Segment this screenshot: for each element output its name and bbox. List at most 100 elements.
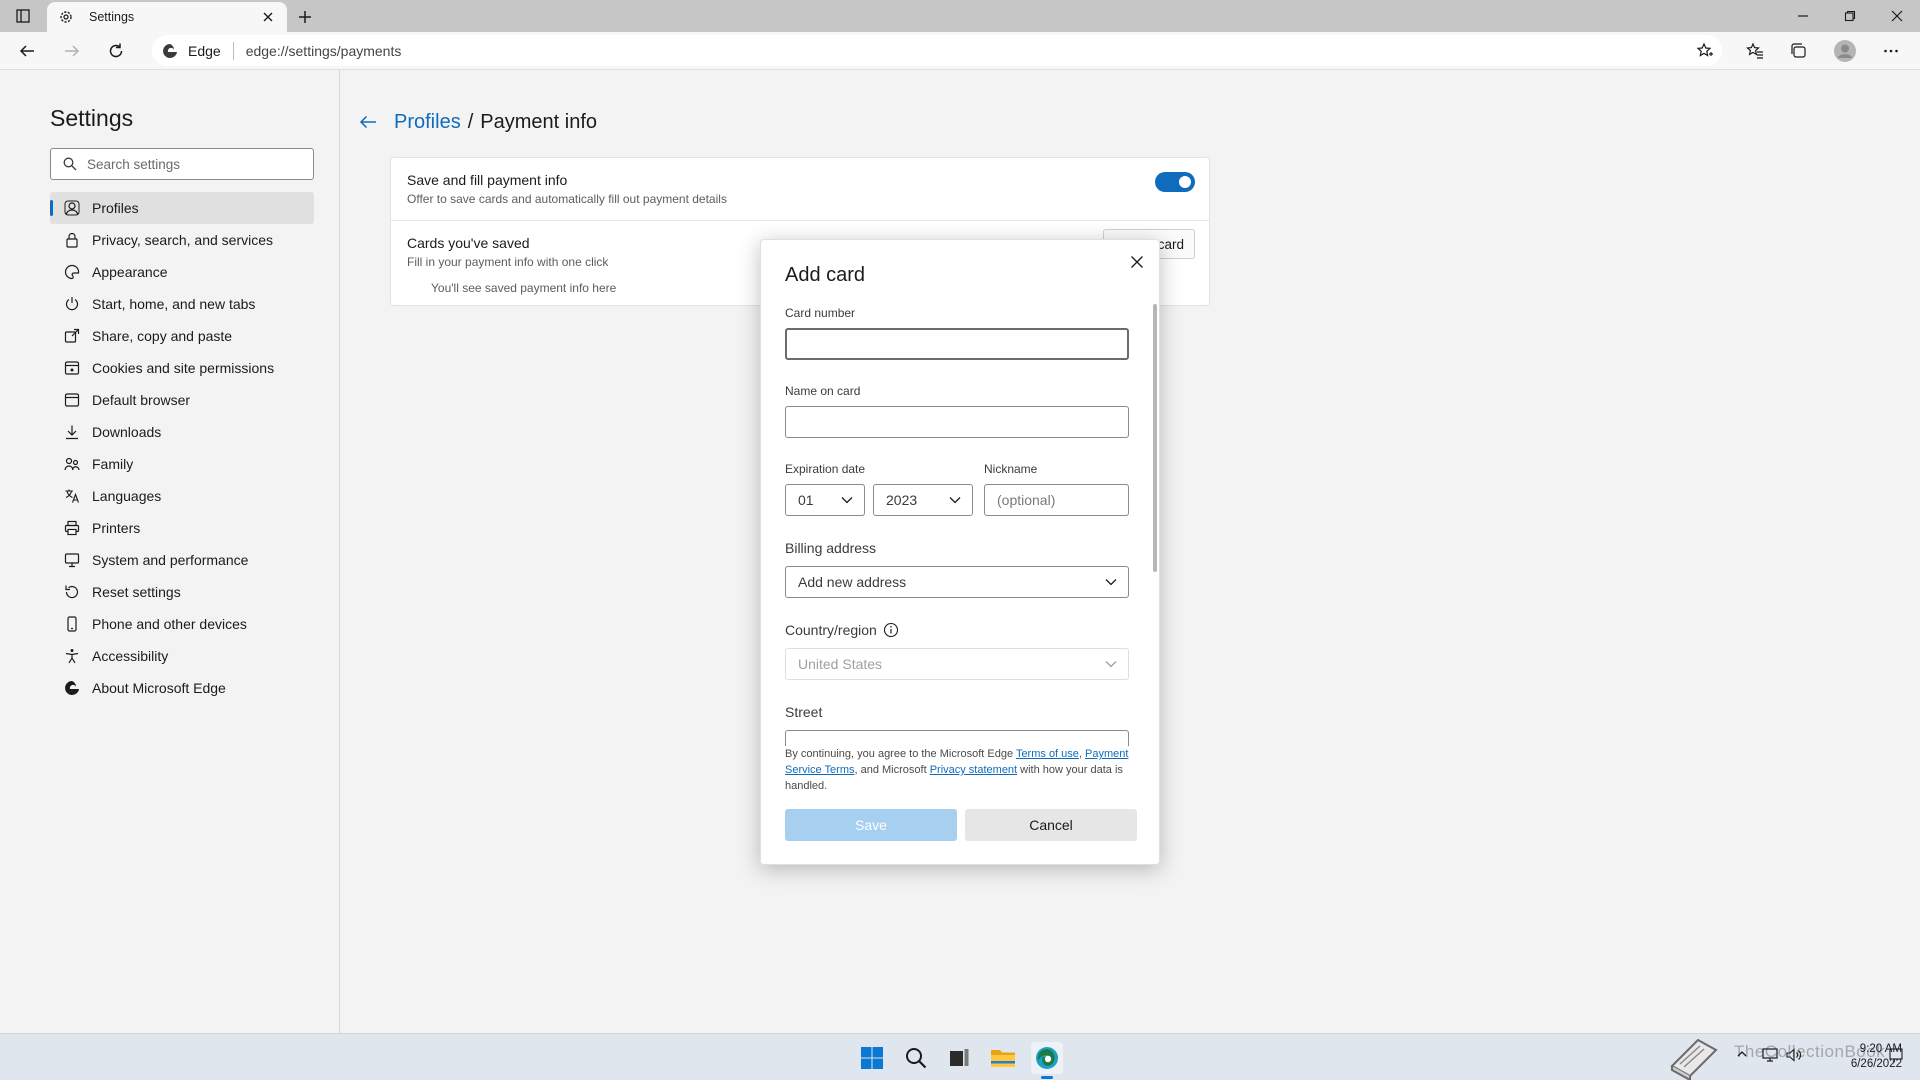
save-fill-title: Save and fill payment info xyxy=(407,172,568,188)
dialog-form: Card number Name on card Expiration date… xyxy=(785,306,1131,746)
sidebar-item-system[interactable]: System and performance xyxy=(50,544,314,576)
network-icon xyxy=(1762,1048,1778,1062)
sidebar-item-downloads[interactable]: Downloads xyxy=(50,416,314,448)
sidebar-item-printers[interactable]: Printers xyxy=(50,512,314,544)
arrow-left-icon xyxy=(19,45,34,57)
tab-settings[interactable]: Settings xyxy=(47,2,287,32)
sidebar-item-label: Share, copy and paste xyxy=(92,328,233,344)
save-fill-row: Save and fill payment info Offer to save… xyxy=(391,158,1209,220)
restore-button[interactable] xyxy=(1827,0,1873,32)
collections-icon xyxy=(1791,43,1806,58)
profile-button[interactable] xyxy=(1830,37,1860,65)
billing-address-select[interactable]: Add new address xyxy=(785,566,1129,598)
phone-icon xyxy=(64,616,80,632)
back-arrow-button[interactable] xyxy=(358,110,382,134)
name-on-card-label: Name on card xyxy=(785,384,861,398)
window-close-button[interactable] xyxy=(1874,0,1920,32)
minimize-button[interactable] xyxy=(1780,0,1826,32)
tab-close-button[interactable] xyxy=(259,8,277,26)
collections-button[interactable] xyxy=(1784,37,1814,65)
more-button[interactable] xyxy=(1876,37,1906,65)
sidebar-item-start-home[interactable]: Start, home, and new tabs xyxy=(50,288,314,320)
dialog-close-button[interactable] xyxy=(1125,250,1149,274)
sidebar-item-appearance[interactable]: Appearance xyxy=(50,256,314,288)
search-icon xyxy=(63,157,77,171)
breadcrumb: Profiles / Payment info xyxy=(358,110,597,134)
name-on-card-input[interactable] xyxy=(785,406,1129,438)
expiration-month-select[interactable]: 01 xyxy=(785,484,865,516)
breadcrumb-current: Payment info xyxy=(480,110,597,133)
address-bar[interactable]: Edge edge://settings/payments xyxy=(152,35,1722,66)
save-fill-toggle[interactable] xyxy=(1155,172,1195,192)
breadcrumb-separator: / xyxy=(467,110,474,133)
back-button[interactable] xyxy=(12,37,42,65)
sidebar-item-accessibility[interactable]: Accessibility xyxy=(50,640,314,672)
sidebar-item-reset[interactable]: Reset settings xyxy=(50,576,314,608)
sidebar-item-privacy[interactable]: Privacy, search, and services xyxy=(50,224,314,256)
billing-address-value: Add new address xyxy=(798,574,907,590)
tab-actions-button[interactable] xyxy=(10,6,36,26)
url-text[interactable]: edge://settings/payments xyxy=(246,43,402,59)
country-region-label: Country/region xyxy=(785,622,877,638)
sidebar-item-profiles[interactable]: Profiles xyxy=(50,192,314,224)
family-icon xyxy=(64,456,80,472)
star-add-icon xyxy=(1696,42,1713,57)
chevron-down-icon xyxy=(841,497,853,504)
file-explorer-button[interactable] xyxy=(987,1042,1019,1074)
terms-of-use-link[interactable]: Terms of use xyxy=(1016,748,1079,760)
edge-icon xyxy=(1036,1047,1058,1069)
search-icon xyxy=(906,1048,927,1069)
sidebar-item-cookies[interactable]: Cookies and site permissions xyxy=(50,352,314,384)
add-favorite-button[interactable] xyxy=(1690,37,1720,65)
breadcrumb-profiles-link[interactable]: Profiles xyxy=(394,111,461,134)
tab-title: Settings xyxy=(89,10,135,24)
search-placeholder: Search settings xyxy=(87,156,181,172)
search-input[interactable]: Search settings xyxy=(50,148,314,180)
sidebar-item-family[interactable]: Family xyxy=(50,448,314,480)
start-button[interactable] xyxy=(856,1042,888,1074)
sidebar-item-label: System and performance xyxy=(92,552,249,568)
close-icon xyxy=(263,12,273,22)
card-number-label: Card number xyxy=(785,306,856,320)
task-view-button[interactable] xyxy=(943,1042,975,1074)
network-button[interactable] xyxy=(1762,1048,1778,1065)
accessibility-icon xyxy=(64,648,80,664)
sidebar-item-default-browser[interactable]: Default browser xyxy=(50,384,314,416)
refresh-button[interactable] xyxy=(101,37,131,65)
dialog-title: Add card xyxy=(785,264,866,286)
sidebar-item-label: Privacy, search, and services xyxy=(92,232,274,248)
sidebar-item-label: Downloads xyxy=(92,424,162,440)
expiration-month-value: 01 xyxy=(798,492,814,508)
sidebar-item-label: Accessibility xyxy=(92,648,169,664)
sidebar-item-phone[interactable]: Phone and other devices xyxy=(50,608,314,640)
sidebar-item-share[interactable]: Share, copy and paste xyxy=(50,320,314,352)
taskbar: TheCollectionBook 9:20 AM 6/26/2022 xyxy=(0,1033,1920,1080)
notifications-button[interactable] xyxy=(1888,1047,1904,1066)
cookie-icon xyxy=(64,360,80,376)
card-number-input[interactable] xyxy=(785,328,1129,360)
sidebar-item-label: Default browser xyxy=(92,392,191,408)
volume-button[interactable] xyxy=(1786,1048,1802,1065)
nickname-input[interactable]: (optional) xyxy=(984,484,1129,516)
chevron-down-icon xyxy=(1105,661,1117,668)
street-input[interactable] xyxy=(785,730,1129,746)
taskbar-search-button[interactable] xyxy=(900,1042,932,1074)
edge-taskbar-button[interactable] xyxy=(1031,1042,1063,1079)
share-icon xyxy=(64,328,80,344)
book-icon xyxy=(1668,1036,1720,1080)
new-tab-button[interactable] xyxy=(292,4,318,30)
dialog-scrollbar[interactable] xyxy=(1153,304,1157,572)
favorites-button[interactable] xyxy=(1740,37,1770,65)
sidebar-item-languages[interactable]: Languages xyxy=(50,480,314,512)
legal-text: By continuing, you agree to the Microsof… xyxy=(785,746,1135,794)
settings-title: Settings xyxy=(50,105,134,131)
forward-button[interactable] xyxy=(57,37,87,65)
privacy-statement-link[interactable]: Privacy statement xyxy=(930,764,1017,776)
save-button[interactable]: Save xyxy=(785,809,957,841)
expiration-year-select[interactable]: 2023 xyxy=(873,484,973,516)
street-label: Street xyxy=(785,704,823,720)
sidebar-item-about[interactable]: About Microsoft Edge xyxy=(50,672,314,704)
tray-overflow-button[interactable] xyxy=(1736,1048,1748,1063)
info-icon[interactable] xyxy=(883,622,899,638)
cancel-button[interactable]: Cancel xyxy=(965,809,1137,841)
